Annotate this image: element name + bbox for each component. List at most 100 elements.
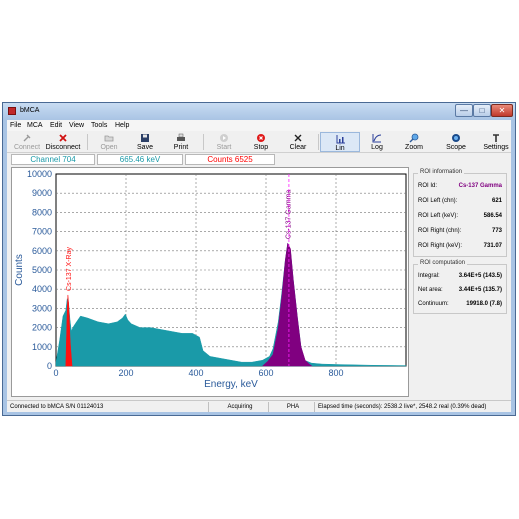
y-tick-label: 2000 [32, 323, 52, 333]
y-tick-label: 8000 [32, 207, 52, 217]
print-label: Print [173, 144, 189, 151]
roi-right-kev-row: ROI Right (keV): 731.07 [418, 243, 502, 253]
save-label: Save [137, 144, 153, 151]
start-button[interactable]: Start [204, 132, 244, 152]
connect-label: Connect [13, 144, 41, 151]
log-button[interactable]: Log [357, 132, 397, 152]
roi-right-chn-value: 773 [491, 228, 502, 234]
disconnect-label: Disconnect [45, 144, 81, 151]
clear-label: Clear [289, 144, 307, 151]
toolbar: Connect Disconnect Open Save Print Start… [7, 131, 511, 153]
net-area-label: Net area: [418, 287, 443, 293]
status-connection: Connected to bMCA S/N 01124013 [7, 402, 209, 412]
toolbar-separator [318, 134, 319, 150]
lin-label: Lin [335, 145, 345, 152]
scope-label: Scope [446, 144, 466, 151]
stop-button[interactable]: Stop [241, 132, 281, 152]
x-tick-label: 400 [188, 368, 203, 378]
net-area-value: 3.44E+5 (135.7) [458, 287, 502, 293]
connect-button[interactable]: Connect [7, 132, 47, 152]
connect-icon [23, 134, 31, 142]
roi-left-chn-row: ROI Left (chn): 621 [418, 198, 502, 208]
menu-help[interactable]: Help [115, 122, 129, 129]
zoom-label: Zoom [405, 144, 423, 151]
continuum-label: Continuum: [418, 301, 449, 307]
spectrum-plot-panel[interactable]: 0 1000 2000 3000 4000 5000 6000 7000 8000 9000 100… [11, 167, 409, 397]
lin-icon [336, 135, 345, 144]
status-state: Acquiring [209, 402, 269, 412]
y-tick-label: 10000 [27, 169, 52, 179]
menu-mca[interactable]: MCA [27, 122, 43, 129]
roi-information-title: ROI information [418, 169, 465, 175]
x-tick-label: 600 [258, 368, 273, 378]
integral-row: Integral: 3.64E+5 (143.5) [418, 273, 502, 283]
roi-right-chn-label: ROI Right (chn): [418, 228, 462, 234]
open-button[interactable]: Open [89, 132, 129, 152]
print-icon [177, 133, 185, 141]
y-tick-label: 1000 [32, 342, 52, 352]
y-tick-label: 6000 [32, 246, 52, 256]
continuum-row: Continuum: 19918.0 (7.8) [418, 301, 502, 311]
app-icon [8, 107, 16, 115]
roi-left-kev-label: ROI Left (keV): [418, 213, 459, 219]
y-tick-label: 9000 [32, 188, 52, 198]
lin-button[interactable]: Lin [320, 132, 360, 152]
zoom-button[interactable]: Zoom [394, 132, 434, 152]
spectrum-chart[interactable]: 0100020003000400050006000700080009000100… [12, 168, 408, 396]
scope-button[interactable]: Scope [436, 132, 476, 152]
menu-tools[interactable]: Tools [91, 122, 107, 129]
roi-xray-label: Cs-137 X-Ray [66, 247, 73, 291]
y-tick-label: 5000 [32, 265, 52, 275]
print-button[interactable]: Print [161, 132, 201, 152]
save-button[interactable]: Save [125, 132, 165, 152]
y-tick-label: 4000 [32, 284, 52, 294]
minimize-button[interactable]: — [455, 104, 473, 117]
roi-right-chn-row: ROI Right (chn): 773 [418, 228, 502, 238]
settings-button[interactable]: Settings [476, 132, 516, 152]
status-elapsed: Elapsed time (seconds): 2538.2 live*, 25… [318, 404, 487, 410]
menu-file[interactable]: File [10, 122, 21, 129]
roi-right-kev-value: 731.07 [483, 243, 502, 249]
continuum-value: 19918.0 (7.8) [466, 301, 502, 307]
integral-value: 3.64E+5 (143.5) [458, 273, 502, 279]
client-area: File MCA Edit View Tools Help Connect Di… [7, 120, 511, 412]
energy-readout: 665.46 keV [97, 154, 183, 165]
roi-left-kev-value: 586.54 [483, 213, 502, 219]
status-mode: PHA [269, 402, 315, 412]
open-label: Open [100, 144, 118, 151]
y-tick-label: 0 [47, 361, 52, 371]
stop-label: Stop [253, 144, 269, 151]
x-tick-label: 800 [328, 368, 343, 378]
scope-icon [452, 134, 460, 142]
start-icon [220, 134, 228, 142]
menu-view[interactable]: View [69, 122, 84, 129]
roi-information-group: ROI information ROI Id: Cs-137 Gamma ROI… [413, 169, 507, 257]
log-label: Log [371, 144, 383, 151]
app-window: bMCA — □ ✕ File MCA Edit View Tools Help… [2, 102, 516, 416]
roi-left-kev-row: ROI Left (keV): 586.54 [418, 213, 502, 223]
clear-button[interactable]: Clear [278, 132, 318, 152]
title-bar[interactable]: bMCA — □ ✕ [3, 103, 515, 120]
disconnect-button[interactable]: Disconnect [43, 132, 83, 152]
roi-right-kev-label: ROI Right (keV): [418, 243, 463, 249]
start-label: Start [216, 144, 232, 151]
status-bar: Connected to bMCA S/N 01124013 Acquiring… [7, 400, 511, 412]
x-axis-label: Energy, keV [204, 379, 258, 390]
menu-edit[interactable]: Edit [50, 122, 62, 129]
info-bar: Channel 704 665.46 keV Counts 6525 [7, 154, 511, 166]
menu-bar: File MCA Edit View Tools Help [7, 120, 511, 131]
roi-left-chn-label: ROI Left (chn): [418, 198, 458, 204]
y-tick-label: 3000 [32, 303, 52, 313]
disconnect-icon [59, 134, 67, 142]
roi-id-row: ROI Id: Cs-137 Gamma [418, 183, 502, 193]
roi-computation-title: ROI computation [418, 260, 468, 266]
y-tick-label: 7000 [32, 227, 52, 237]
integral-label: Integral: [418, 273, 440, 279]
roi-id-label: ROI Id: [418, 183, 438, 189]
y-axis-label: Counts [14, 254, 25, 286]
maximize-button[interactable]: □ [473, 104, 491, 117]
close-button[interactable]: ✕ [491, 104, 513, 117]
x-tick-label: 0 [53, 368, 58, 378]
stop-icon [257, 134, 265, 142]
zoom-icon [409, 133, 419, 143]
